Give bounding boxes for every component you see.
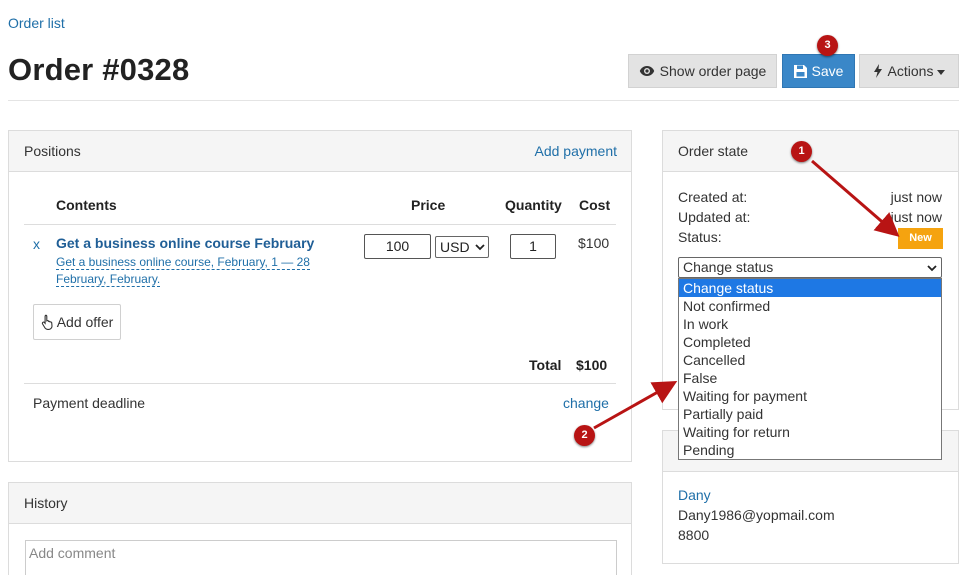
status-badge: New (898, 228, 943, 249)
status-option-in-work[interactable]: In work (679, 315, 941, 333)
actions-label: Actions (887, 63, 934, 79)
history-title: History (24, 495, 68, 511)
total-divider (24, 383, 616, 384)
history-panel: History Add comment (8, 482, 632, 575)
order-state-title: Order state (678, 143, 749, 159)
status-option-completed[interactable]: Completed (679, 333, 941, 351)
status-option-cancelled[interactable]: Cancelled (679, 351, 941, 369)
item-cost: $100 (578, 235, 610, 251)
eye-icon (639, 66, 654, 76)
customer-phone: 8800 (678, 527, 710, 543)
pointer-hand-icon (41, 314, 53, 330)
header-divider (8, 100, 959, 101)
show-order-page-label: Show order page (659, 63, 767, 79)
floppy-disk-icon (793, 64, 807, 78)
save-label: Save (811, 63, 844, 79)
status-options-list: Change status Not confirmed In work Comp… (678, 278, 942, 460)
actions-dropdown-button[interactable]: Actions (859, 54, 959, 88)
column-header-price: Price (411, 197, 446, 213)
status-option-partially-paid[interactable]: Partially paid (679, 405, 941, 423)
currency-value: USD (440, 239, 470, 255)
customer-name-link[interactable]: Dany (678, 487, 711, 503)
status-option-change-status[interactable]: Change status (679, 279, 941, 297)
add-comment-textarea[interactable]: Add comment (25, 540, 617, 575)
annotation-marker-2: 2 (574, 425, 595, 446)
positions-panel-header: Positions Add payment (9, 131, 631, 172)
updated-at-value: just now (890, 209, 942, 225)
updated-at-label: Updated at: (678, 209, 751, 225)
history-panel-header: History (9, 483, 631, 524)
table-header-divider (24, 224, 616, 225)
quantity-input[interactable]: 1 (510, 234, 556, 259)
status-option-not-confirmed[interactable]: Not confirmed (679, 297, 941, 315)
annotation-marker-3: 3 (817, 35, 838, 56)
breadcrumb-order-list[interactable]: Order list (8, 15, 65, 31)
status-option-false[interactable]: False (679, 369, 941, 387)
price-input[interactable]: 100 (364, 234, 431, 259)
created-at-value: just now (890, 189, 942, 205)
total-label: Total (529, 357, 562, 373)
save-button[interactable]: Save (782, 54, 855, 88)
annotation-marker-1: 1 (791, 141, 812, 162)
change-status-select[interactable]: Change status (678, 257, 942, 278)
currency-select[interactable]: USD (435, 236, 489, 258)
column-header-contents: Contents (56, 197, 117, 213)
item-name-link[interactable]: Get a business online course February (56, 235, 314, 251)
change-status-value: Change status (683, 259, 774, 275)
remove-item-button[interactable]: x (33, 236, 40, 252)
chevron-down-icon (927, 265, 937, 272)
item-description[interactable]: Get a business online course, February, … (56, 254, 351, 288)
item-description-text[interactable]: Get a business online course, February, … (56, 255, 310, 287)
created-at-label: Created at: (678, 189, 748, 205)
chevron-down-icon (475, 244, 485, 251)
status-option-pending[interactable]: Pending (679, 441, 941, 459)
show-order-page-button[interactable]: Show order page (628, 54, 777, 88)
lightning-icon (873, 64, 882, 78)
payment-deadline-label: Payment deadline (33, 395, 146, 411)
add-payment-link[interactable]: Add payment (535, 143, 618, 159)
column-header-cost: Cost (579, 197, 611, 213)
caret-down-icon (937, 69, 946, 75)
positions-title: Positions (24, 143, 81, 159)
positions-panel: Positions Add payment Contents Price Qua… (8, 130, 632, 462)
payment-deadline-change-link[interactable]: change (563, 395, 609, 411)
page-title: Order #0328 (8, 52, 190, 87)
status-option-waiting-for-return[interactable]: Waiting for return (679, 423, 941, 441)
customer-email: Dany1986@yopmail.com (678, 507, 835, 523)
total-value: $100 (576, 357, 608, 373)
column-header-quantity: Quantity (505, 197, 562, 213)
add-offer-label: Add offer (56, 314, 114, 330)
status-option-waiting-for-payment[interactable]: Waiting for payment (679, 387, 941, 405)
add-offer-button[interactable]: Add offer (33, 304, 121, 340)
status-label: Status: (678, 229, 722, 245)
